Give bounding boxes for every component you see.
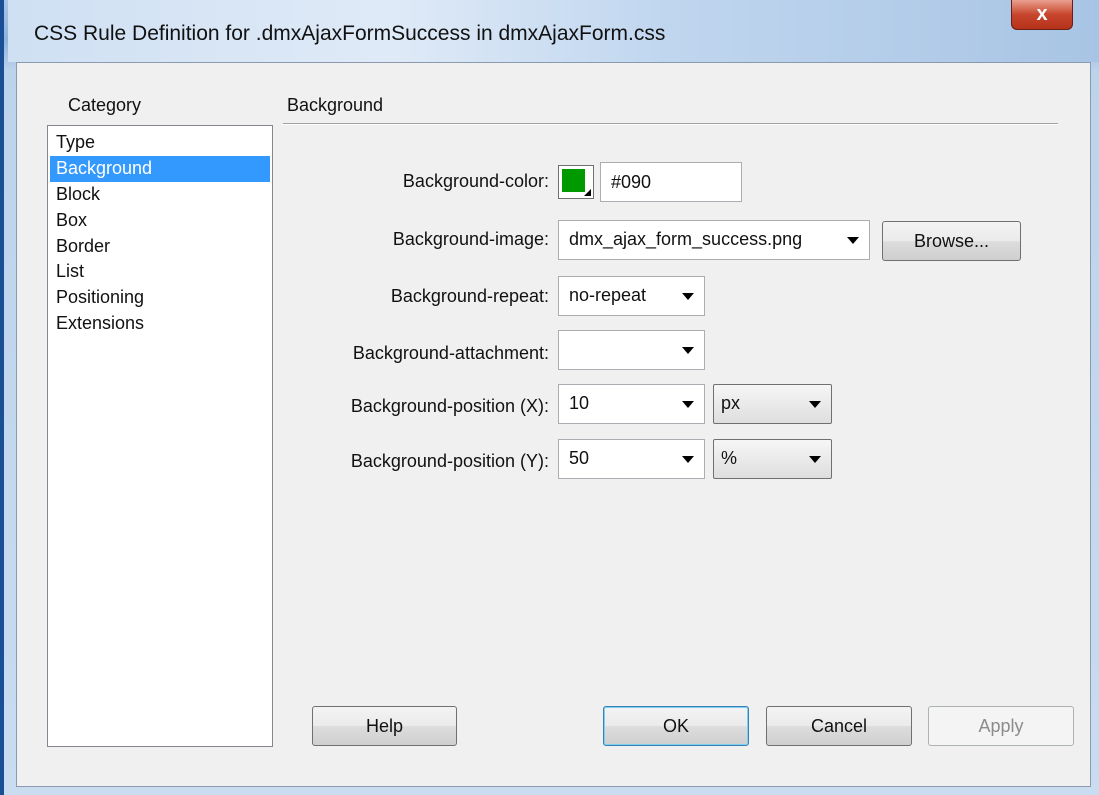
category-item-background[interactable]: Background — [50, 155, 270, 182]
bg-image-label: Background-image: — [392, 229, 549, 249]
chevron-down-icon — [847, 237, 859, 244]
category-item-border[interactable]: Border — [50, 234, 270, 260]
chevron-down-icon — [809, 456, 821, 463]
chevron-down-icon — [682, 456, 694, 463]
category-item-type[interactable]: Type — [50, 130, 270, 156]
bg-repeat-value: no-repeat — [569, 285, 647, 305]
bg-pos-y-label: Background-position (Y): — [350, 451, 549, 471]
cancel-button[interactable]: Cancel — [766, 706, 912, 746]
bg-repeat-select[interactable]: no-repeat — [558, 276, 705, 316]
help-button[interactable]: Help — [312, 706, 457, 746]
bg-pos-y-unit-value: % — [721, 448, 738, 468]
ok-button[interactable]: OK — [603, 706, 749, 746]
bg-color-input[interactable]: #090 — [600, 162, 742, 202]
apply-button[interactable]: Apply — [928, 706, 1074, 746]
bg-attachment-select[interactable] — [558, 330, 705, 370]
chevron-down-icon — [682, 401, 694, 408]
category-label: Category — [68, 95, 142, 115]
bg-pos-x-label: Background-position (X): — [350, 396, 549, 416]
section-title: Background — [287, 95, 384, 115]
bg-pos-x-value: 10 — [569, 393, 590, 413]
bg-pos-y-unit-select[interactable]: % — [713, 439, 832, 479]
window-title: CSS Rule Definition for .dmxAjaxFormSucc… — [34, 22, 666, 45]
bg-image-value: dmx_ajax_form_success.png — [569, 229, 803, 249]
category-list[interactable]: Type Background Block Box Border List Po… — [47, 125, 273, 747]
bg-color-label: Background-color: — [402, 171, 549, 191]
category-item-list[interactable]: List — [50, 259, 270, 285]
category-item-positioning[interactable]: Positioning — [50, 285, 270, 311]
color-swatch-fill — [562, 169, 585, 192]
category-item-block[interactable]: Block — [50, 182, 270, 208]
bg-pos-x-combo[interactable]: 10 — [558, 384, 705, 424]
title-bar[interactable]: CSS Rule Definition for .dmxAjaxFormSucc… — [8, 0, 1099, 62]
close-button[interactable]: x — [1011, 0, 1073, 30]
bg-pos-x-unit-select[interactable]: px — [713, 384, 832, 424]
color-swatch-button[interactable] — [558, 165, 594, 199]
bg-attachment-label: Background-attachment: — [352, 343, 549, 363]
bg-repeat-label: Background-repeat: — [390, 286, 549, 306]
browse-button[interactable]: Browse... — [882, 221, 1021, 261]
bg-image-combo[interactable]: dmx_ajax_form_success.png — [558, 220, 870, 260]
bg-pos-y-combo[interactable]: 50 — [558, 439, 705, 479]
bg-pos-x-unit-value: px — [721, 393, 741, 413]
category-item-extensions[interactable]: Extensions — [50, 311, 270, 337]
category-item-box[interactable]: Box — [50, 208, 270, 234]
chevron-down-icon — [682, 347, 694, 354]
chevron-down-icon — [809, 401, 821, 408]
section-divider — [283, 123, 1058, 125]
swatch-dropdown-corner-icon — [584, 189, 591, 196]
bg-pos-y-value: 50 — [569, 448, 590, 468]
chevron-down-icon — [682, 293, 694, 300]
